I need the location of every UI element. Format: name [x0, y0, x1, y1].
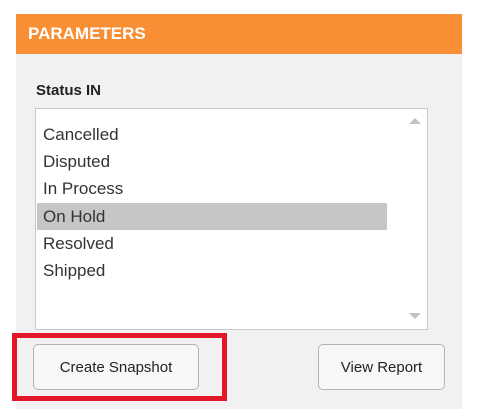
- status-option-label: In Process: [43, 179, 124, 198]
- status-option-on-hold[interactable]: On Hold: [37, 203, 387, 230]
- status-option-resolved[interactable]: Resolved: [37, 230, 387, 257]
- status-option-label: Disputed: [43, 152, 111, 171]
- status-option-label: Shipped: [43, 261, 106, 280]
- status-listbox[interactable]: Cancelled Disputed In Process On Hold Re…: [35, 108, 428, 330]
- status-option-label: Cancelled: [43, 125, 119, 144]
- status-in-label: Status IN: [36, 82, 102, 99]
- status-option-disputed[interactable]: Disputed: [37, 148, 387, 175]
- status-option-in-process[interactable]: In Process: [37, 175, 387, 202]
- scroll-up-icon[interactable]: [409, 118, 421, 124]
- status-option-shipped[interactable]: Shipped: [37, 257, 387, 284]
- status-option-label: On Hold: [43, 207, 106, 226]
- panel-header: PARAMETERS: [16, 14, 462, 54]
- status-option-label: Resolved: [43, 234, 114, 253]
- view-report-button[interactable]: View Report: [318, 344, 445, 390]
- create-snapshot-button[interactable]: Create Snapshot: [33, 344, 199, 390]
- scroll-down-icon[interactable]: [409, 313, 421, 319]
- status-option-cancelled[interactable]: Cancelled: [37, 121, 387, 148]
- panel-title: PARAMETERS: [28, 24, 146, 43]
